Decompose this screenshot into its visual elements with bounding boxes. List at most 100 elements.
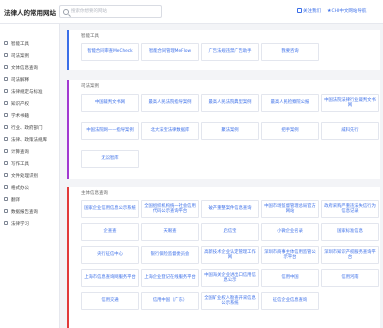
sidebar-item-label: 写作工具 [11,161,29,167]
sidebar-item-translate[interactable]: 翻译 [0,194,60,205]
sidebar-item-label: 司法解释 [11,77,29,83]
office-icon [4,185,8,189]
sidebar-item-law-study[interactable]: 法律学习 [0,218,60,229]
follow-icon [297,8,302,13]
chinese-site-label: CHI中文网站导航 [331,9,367,14]
sidebar-item-cases[interactable]: 司法案例 [0,50,60,61]
sidebar-item-label: 文体信息查询 [11,65,38,71]
site-card[interactable]: 高新技术企业认定管理工作网 [201,246,259,264]
sidebar-item-label: 文件处理识别 [11,173,38,179]
sidebar-item-entity-info[interactable]: 文体信息查询 [0,62,60,73]
sidebar-item-ip[interactable]: 知识产权 [0,98,60,109]
section-smart-tools: 智能工具 智能合同审查MeCheck 智能合同管理MeFlow 广告法规违禁广告… [67,30,380,70]
section-title: 主体信息查询 [81,191,108,196]
site-card[interactable]: 中国海关企业进出口信用信息公示 [201,269,259,287]
sidebar-item-label: 学术书籍 [11,113,29,119]
site-card[interactable]: 深圳市商事主体信用监管公示平台 [261,246,319,264]
site-card[interactable]: 中国市场监督管理总局官方网站 [261,200,319,218]
site-card[interactable]: 中国裁判文书网 [81,94,139,112]
site-card[interactable]: 北大法宝法律数据库 [141,122,199,140]
site-card[interactable]: 银行保险监督委员会 [141,246,199,264]
smart-tools-icon [4,41,8,45]
site-card[interactable]: 最高人民检察院公报 [261,94,319,112]
site-card[interactable]: 全国矿业权人勘查开采信息公示系统 [201,292,259,310]
sidebar-item-regulations[interactable]: 法律规定与标准 [0,86,60,97]
site-card[interactable]: 信用中国 [261,269,319,287]
sidebar-item-label: 格式办公 [11,185,29,191]
ip-icon [4,101,8,105]
section-cases: 司法案例 中国裁判文书网 最高人民法院指导案例 最高人民法院典型案例 最高人民检… [67,80,380,179]
site-card[interactable]: 广告法规违禁广告助手 [201,43,259,61]
site-card[interactable]: 中国法院网——指导案例 [81,122,139,140]
site-card[interactable]: 启信宝 [201,223,259,241]
site-card[interactable]: 企查查 [81,223,139,241]
database-icon [4,137,8,141]
sidebar-item-label: 法律、政策法规库 [11,137,47,143]
site-card[interactable]: 把手案例 [261,122,319,140]
site-card[interactable]: 信用河南 [321,269,379,287]
site-card[interactable]: 智能合同管理MeFlow [141,43,199,61]
sidebar: 智能工具 司法案例 文体信息查询 司法解释 法律规定与标准 知识产权 学术书籍 … [0,24,60,328]
sidebar-item-judicial-interpretation[interactable]: 司法解释 [0,74,60,85]
section-title: 智能工具 [81,34,99,39]
sidebar-item-writing[interactable]: 写作工具 [0,158,60,169]
sidebar-item-file-processing[interactable]: 文件处理识别 [0,170,60,181]
follow-link[interactable]: 关注我们 [297,8,321,14]
site-card[interactable]: 政府采购严重违法失信行为信息记录 [321,200,379,218]
report-icon [4,209,8,213]
site-card[interactable]: 中国法院法律行业裁判文书网 [321,94,379,112]
sidebar-item-label: 智能工具 [11,41,29,47]
site-card[interactable]: 征信企业信息查询 [261,292,319,310]
site-card[interactable]: 上海企业登记在线服务平台 [141,269,199,287]
section-title: 司法案例 [81,84,99,89]
site-card[interactable]: 国家企业信用信息公示系统 [81,200,139,218]
sidebar-item-law-database[interactable]: 法律、政策法规库 [0,134,60,145]
sidebar-item-label: 司法案例 [11,53,29,59]
chinese-site-link[interactable]: ★CHI中文网站导航 [327,8,366,14]
site-card[interactable]: 信用中国（广东） [141,292,199,310]
sidebar-item-office[interactable]: 格式办公 [0,182,60,193]
sidebar-item-smart-tools[interactable]: 智能工具 [0,38,60,49]
sidebar-item-label: 计算查询 [11,149,29,155]
site-card[interactable]: 天眼查 [141,223,199,241]
site-card[interactable]: 我要咨询 [261,43,319,61]
search-input[interactable] [71,6,159,17]
writing-icon [4,161,8,165]
section-entity-info: 主体信息查询 国家企业信用信息公示系统 全国组织机构统一社会信用代码公示查询平台… [67,187,380,328]
cases-icon [4,53,8,57]
calculator-icon [4,149,8,153]
site-card[interactable]: 信用交通 [81,292,139,310]
site-card[interactable]: 全国组织机构统一社会信用代码公示查询平台 [141,200,199,218]
sidebar-item-label: 行业、政府部门 [11,125,43,131]
site-card[interactable]: 最高人民法院指导案例 [141,94,199,112]
follow-label: 关注我们 [303,9,321,14]
sidebar-item-label: 数据报告查询 [11,209,38,215]
book-icon [4,113,8,117]
judicial-icon [4,77,8,81]
site-card[interactable]: 威科先行 [321,122,379,140]
top-header: 法律人的常用网站 关注我们 ★CHI中文网站导航 [0,0,383,24]
search-box[interactable] [59,5,162,18]
sidebar-item-data-report[interactable]: 数据报告查询 [0,206,60,217]
study-icon [4,221,8,225]
site-card[interactable]: 最高人民法院典型案例 [201,94,259,112]
regulations-icon [4,89,8,93]
site-card[interactable]: 国家标准信息 [321,223,379,241]
site-card[interactable]: 小微企业名录 [261,223,319,241]
site-card[interactable]: 央行征信中心 [81,246,139,264]
site-card[interactable]: 深圳市知识产权服务查询平台 [321,246,379,264]
sidebar-item-government[interactable]: 行业、政府部门 [0,122,60,133]
site-card[interactable]: 上海市信息查询网服务平台 [81,269,139,287]
translate-icon [4,197,8,201]
site-card[interactable]: 破产重整案件信息查询 [201,200,259,218]
sidebar-item-academic[interactable]: 学术书籍 [0,110,60,121]
sidebar-item-label: 翻译 [11,197,20,203]
sidebar-item-calculator[interactable]: 计算查询 [0,146,60,157]
site-title[interactable]: 法律人的常用网站 [4,7,56,17]
site-card[interactable]: 聚法案例 [201,122,259,140]
entity-info-icon [4,65,8,69]
site-card[interactable]: 智能合同审查MeCheck [81,43,139,61]
site-card[interactable]: 无讼智库 [81,150,139,168]
sidebar-item-label: 法律学习 [11,221,29,227]
sidebar-item-label: 知识产权 [11,101,29,107]
